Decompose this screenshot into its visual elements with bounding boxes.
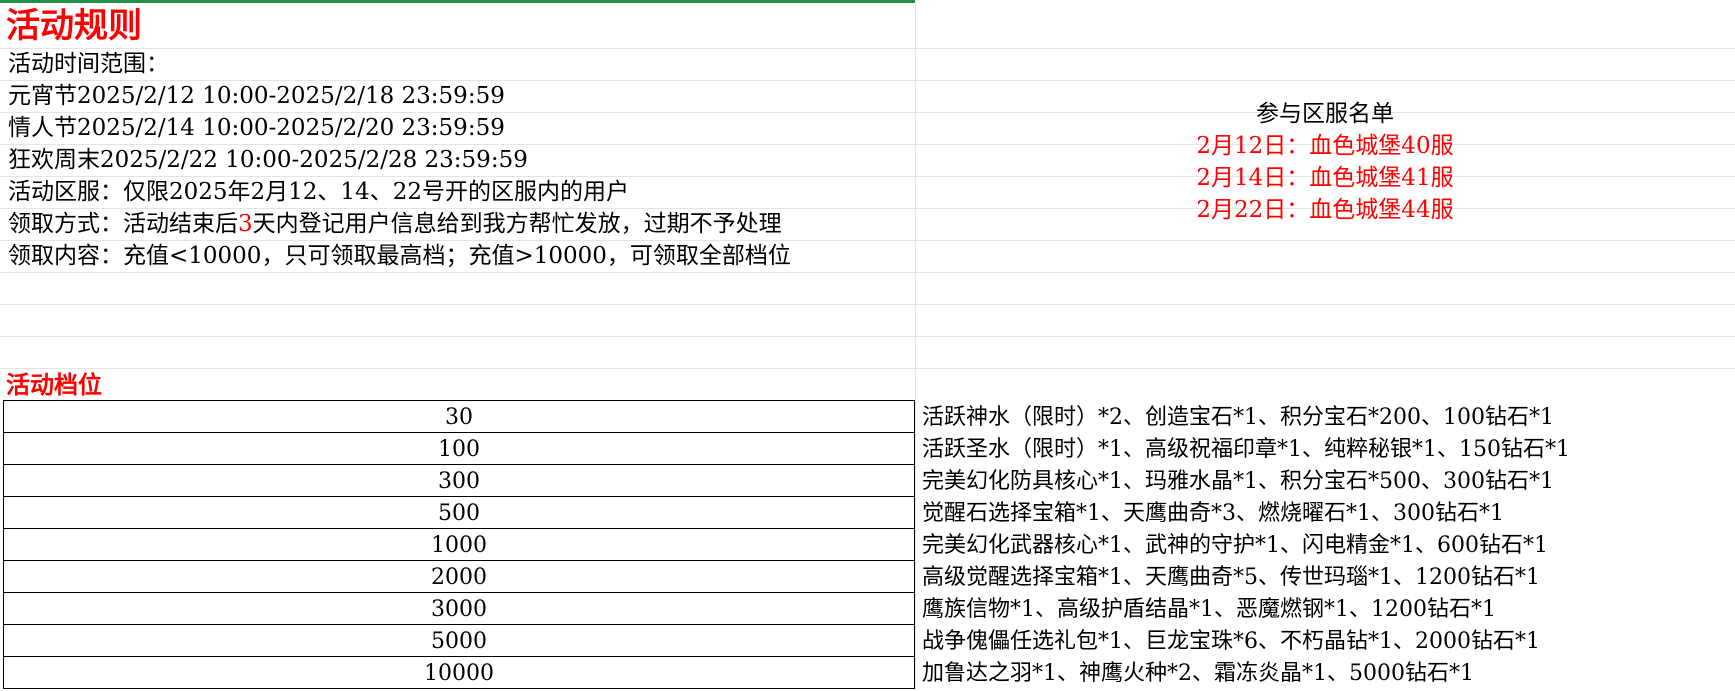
spreadsheet-sheet: 活动规则 活动时间范围： 元宵节2025/2/12 10:00-2025/2/1… xyxy=(0,0,1735,690)
tier-amount: 5000 xyxy=(3,625,915,656)
period-carnival-weekend: 狂欢周末2025/2/22 10:00-2025/2/28 23:59:59 xyxy=(8,147,528,173)
claim-method-days: 3 xyxy=(238,211,253,237)
tier-reward: 加鲁达之羽*1、神鹰火种*2、霜冻炎晶*1、5000钻石*1 xyxy=(922,661,1474,686)
tier-reward: 活跃圣水（限时）*1、高级祝福印章*1、纯粹秘银*1、150钻石*1 xyxy=(922,437,1570,462)
server-list-item: 2月14日：血色城堡41服 xyxy=(1196,165,1454,191)
tier-reward: 活跃神水（限时）*2、创造宝石*1、积分宝石*200、100钻石*1 xyxy=(922,405,1554,430)
server-list-item: 2月12日：血色城堡40服 xyxy=(1196,133,1454,159)
tier-row: 100 活跃圣水（限时）*1、高级祝福印章*1、纯粹秘银*1、150钻石*1 xyxy=(3,433,1570,465)
selected-row-indicator xyxy=(0,0,915,3)
tier-row: 2000 高级觉醒选择宝箱*1、天鹰曲奇*5、传世玛瑙*1、1200钻石*1 xyxy=(3,561,1540,593)
tier-amount: 3000 xyxy=(3,593,915,624)
tier-amount: 2000 xyxy=(3,561,915,592)
period-valentines-day: 情人节2025/2/14 10:00-2025/2/20 23:59:59 xyxy=(8,115,505,141)
tier-amount: 300 xyxy=(3,465,915,496)
tier-row: 10000 加鲁达之羽*1、神鹰火种*2、霜冻炎晶*1、5000钻石*1 xyxy=(3,657,1474,689)
servers-rule: 活动区服：仅限2025年2月12、14、22号开的区服内的用户 xyxy=(8,179,629,205)
gridline xyxy=(0,304,1735,305)
tier-amount: 30 xyxy=(3,401,915,432)
tier-amount: 500 xyxy=(3,497,915,528)
gridline xyxy=(0,48,1735,49)
tier-reward: 鹰族信物*1、高级护盾结晶*1、恶魔燃钢*1、1200钻石*1 xyxy=(922,597,1496,622)
claim-content: 领取内容：充值<10000，只可领取最高档；充值>10000，可领取全部档位 xyxy=(8,243,791,269)
tier-amount: 100 xyxy=(3,433,915,464)
tier-row: 300 完美幻化防具核心*1、玛雅水晶*1、积分宝石*500、300钻石*1 xyxy=(3,465,1554,497)
gridline xyxy=(0,336,1735,337)
tier-table: 30 活跃神水（限时）*2、创造宝石*1、积分宝石*200、100钻石*1 10… xyxy=(3,400,1570,689)
tiers-heading: 活动档位 xyxy=(6,370,102,399)
gridline xyxy=(0,272,1735,273)
tier-reward: 觉醒石选择宝箱*1、天鹰曲奇*3、燃烧曜石*1、300钻石*1 xyxy=(922,501,1504,526)
claim-method: 领取方式：活动结束后3天内登记用户信息给到我方帮忙发放，过期不予处理 xyxy=(8,208,782,240)
tier-row: 30 活跃神水（限时）*2、创造宝石*1、积分宝石*200、100钻石*1 xyxy=(3,401,1554,433)
tier-row: 1000 完美幻化武器核心*1、武神的守护*1、闪电精金*1、600钻石*1 xyxy=(3,529,1548,561)
server-list-heading: 参与区服名单 xyxy=(1256,101,1394,127)
server-list: 参与区服名单 2月12日：血色城堡40服 2月14日：血色城堡41服 2月22日… xyxy=(1100,98,1550,226)
tier-reward: 战争傀儡任选礼包*1、巨龙宝珠*6、不朽晶钻*1、2000钻石*1 xyxy=(922,629,1540,654)
time-range-label: 活动时间范围： xyxy=(8,51,169,77)
gridline xyxy=(915,0,916,690)
page-title: 活动规则 xyxy=(6,6,142,46)
period-lantern-festival: 元宵节2025/2/12 10:00-2025/2/18 23:59:59 xyxy=(8,83,505,109)
tier-amount: 10000 xyxy=(3,657,915,688)
tier-row: 500 觉醒石选择宝箱*1、天鹰曲奇*3、燃烧曜石*1、300钻石*1 xyxy=(3,497,1504,529)
claim-method-prefix: 领取方式：活动结束后 xyxy=(8,211,238,237)
tier-row: 3000 鹰族信物*1、高级护盾结晶*1、恶魔燃钢*1、1200钻石*1 xyxy=(3,593,1496,625)
server-list-item: 2月22日：血色城堡44服 xyxy=(1196,197,1454,223)
tier-reward: 完美幻化防具核心*1、玛雅水晶*1、积分宝石*500、300钻石*1 xyxy=(922,469,1554,494)
tier-row: 5000 战争傀儡任选礼包*1、巨龙宝珠*6、不朽晶钻*1、2000钻石*1 xyxy=(3,625,1540,657)
tier-reward: 完美幻化武器核心*1、武神的守护*1、闪电精金*1、600钻石*1 xyxy=(922,533,1548,558)
gridline xyxy=(0,368,1735,369)
claim-method-suffix: 天内登记用户信息给到我方帮忙发放，过期不予处理 xyxy=(252,211,782,237)
tier-reward: 高级觉醒选择宝箱*1、天鹰曲奇*5、传世玛瑙*1、1200钻石*1 xyxy=(922,565,1540,590)
tier-amount: 1000 xyxy=(3,529,915,560)
